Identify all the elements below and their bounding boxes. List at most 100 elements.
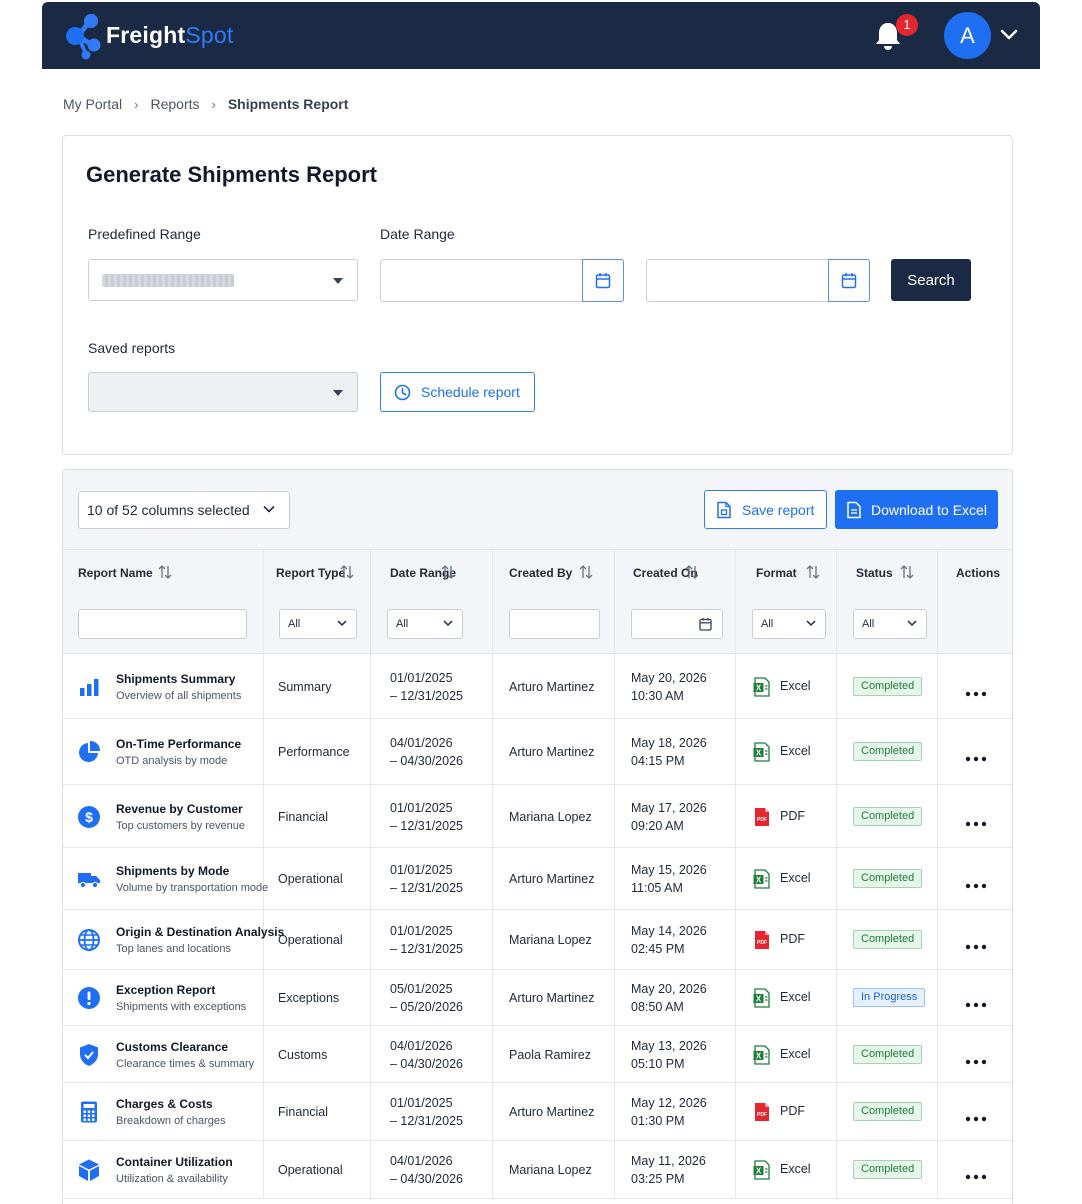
table-row[interactable]: Container Utilization Utilization & avail… <box>63 1141 1012 1199</box>
created-date: May 11, 2026 <box>631 1154 706 1168</box>
column-header-date-range[interactable]: Date Range All <box>371 550 493 654</box>
chevron-right-icon: › <box>134 96 139 112</box>
end-date-input[interactable] <box>646 259 870 302</box>
date-range-end: – 04/30/2026 <box>390 1172 463 1186</box>
report-type: Exceptions <box>278 991 340 1005</box>
svg-text:X: X <box>756 1167 762 1176</box>
search-button[interactable]: Search <box>891 259 971 301</box>
report-description: Top lanes and locations <box>116 943 231 955</box>
created-date: May 17, 2026 <box>631 800 707 815</box>
start-date-picker-button[interactable] <box>582 259 624 302</box>
sort-icon[interactable] <box>806 564 820 580</box>
table-row[interactable]: $ Revenue by Customer Top customers by rev… <box>63 785 1012 848</box>
table-row[interactable]: Customs Clearance Clearance times & summa… <box>63 1026 1012 1083</box>
cell-report-type: Summary <box>264 654 371 718</box>
created-date: May 20, 2026 <box>631 670 707 685</box>
sort-icon[interactable] <box>158 564 172 580</box>
more-actions-icon[interactable] <box>965 876 987 889</box>
user-avatar[interactable]: A <box>944 12 991 59</box>
save-report-button[interactable]: Save report <box>704 490 827 529</box>
report-name[interactable]: Shipments by Mode <box>116 864 229 878</box>
status-badge: Completed <box>853 676 923 696</box>
breadcrumb-my-portal[interactable]: My Portal <box>63 96 122 112</box>
created-time: 03:25 PM <box>631 1172 685 1186</box>
sort-icon[interactable] <box>579 564 593 580</box>
table-row[interactable]: Origin & Destination Analysis Top lanes a… <box>63 910 1012 970</box>
table-row[interactable]: Shipments Summary Overview of all shipmen… <box>63 654 1012 719</box>
format-label: Excel <box>780 1046 811 1061</box>
predefined-range-select[interactable] <box>88 259 358 301</box>
more-actions-icon[interactable] <box>965 814 987 826</box>
column-header-report-type[interactable]: Report Type All <box>264 550 371 654</box>
table-row[interactable]: Shipments by Mode Volume by transportatio… <box>63 848 1012 910</box>
sort-icon[interactable] <box>441 564 455 580</box>
more-actions-icon[interactable] <box>965 749 987 762</box>
column-header-status[interactable]: Status All <box>837 550 938 654</box>
report-name[interactable]: Origin & Destination Analysis <box>116 925 284 939</box>
chevron-down-icon[interactable] <box>1000 28 1018 42</box>
report-name[interactable]: On-Time Performance <box>116 737 241 751</box>
format-label: PDF <box>780 932 805 946</box>
report-type-filter-select[interactable]: All <box>279 609 357 639</box>
more-actions-icon[interactable] <box>965 937 987 950</box>
table-row[interactable]: On-Time Performance OTD analysis by mode P… <box>63 719 1012 785</box>
date-range-start: 04/01/2026 <box>390 1154 453 1168</box>
report-name[interactable]: Shipments Summary <box>116 672 235 686</box>
created-time: 10:30 AM <box>631 688 684 703</box>
column-header-format[interactable]: Format All <box>736 550 837 654</box>
freightspot-logo-icon[interactable] <box>64 12 104 60</box>
format-label: Excel <box>780 1162 811 1176</box>
select-placeholder <box>102 274 234 287</box>
brand-name[interactable]: FreightSpot <box>106 22 233 49</box>
calendar-icon <box>841 273 857 289</box>
more-actions-icon[interactable] <box>965 684 987 696</box>
cell-created-by: Arturo Martinez <box>493 848 615 909</box>
table-row[interactable]: Exception Report Shipments with exception… <box>63 970 1012 1026</box>
report-type: Operational <box>278 933 343 947</box>
column-header-report-name[interactable]: Report Name <box>63 550 264 654</box>
created-time: 04:15 PM <box>631 754 685 768</box>
more-actions-icon[interactable] <box>965 1109 987 1122</box>
start-date-input[interactable] <box>380 259 624 302</box>
sort-icon[interactable] <box>340 564 354 580</box>
column-header-created-by[interactable]: Created By <box>493 550 615 654</box>
date-range-start: 04/01/2026 <box>390 1038 453 1053</box>
created-on-filter-input[interactable] <box>631 609 723 639</box>
more-actions-icon[interactable] <box>965 1167 987 1180</box>
download-excel-button[interactable]: Download to Excel <box>835 490 998 529</box>
columns-selector[interactable]: 10 of 52 columns selected <box>78 491 290 529</box>
table-row[interactable]: Charges & Costs Breakdown of charges Finan… <box>63 1083 1012 1141</box>
date-range-end: – 12/31/2025 <box>390 942 463 956</box>
format-filter-select[interactable]: All <box>752 609 826 639</box>
created-by-filter-input[interactable] <box>509 609 600 639</box>
saved-reports-select[interactable] <box>88 372 358 412</box>
column-header-created-on[interactable]: Created On <box>615 550 736 654</box>
end-date-picker-button[interactable] <box>828 259 870 302</box>
sort-icon[interactable] <box>685 564 699 580</box>
calendar-icon[interactable] <box>699 617 712 631</box>
status-filter-select[interactable]: All <box>853 609 927 639</box>
predefined-range-label: Predefined Range <box>88 226 201 242</box>
chevron-down-icon <box>337 620 347 627</box>
cell-status: Completed <box>837 1083 938 1140</box>
report-name[interactable]: Customs Clearance <box>116 1040 228 1054</box>
cell-report-name: Customs Clearance Clearance times & summa… <box>63 1026 264 1082</box>
report-name[interactable]: Exception Report <box>116 983 215 997</box>
breadcrumb-reports[interactable]: Reports <box>150 96 199 112</box>
cell-status: Completed <box>837 785 938 847</box>
more-actions-icon[interactable] <box>965 995 987 1008</box>
report-type: Operational <box>278 872 343 886</box>
sort-icon[interactable] <box>900 564 914 580</box>
date-range-filter-select[interactable]: All <box>387 609 463 639</box>
created-time: 01:30 PM <box>631 1114 685 1128</box>
date-range-end: – 04/30/2026 <box>390 754 463 768</box>
excel-file-icon: X <box>753 1160 771 1180</box>
report-name[interactable]: Revenue by Customer <box>116 802 243 816</box>
report-name[interactable]: Container Utilization <box>116 1155 233 1169</box>
report-name-filter-input[interactable] <box>78 609 247 639</box>
date-range-start: 01/01/2025 <box>390 670 453 685</box>
date-range-end: – 12/31/2025 <box>390 818 463 833</box>
report-name[interactable]: Charges & Costs <box>116 1097 213 1111</box>
more-actions-icon[interactable] <box>965 1052 987 1064</box>
schedule-report-button[interactable]: Schedule report <box>380 372 535 412</box>
